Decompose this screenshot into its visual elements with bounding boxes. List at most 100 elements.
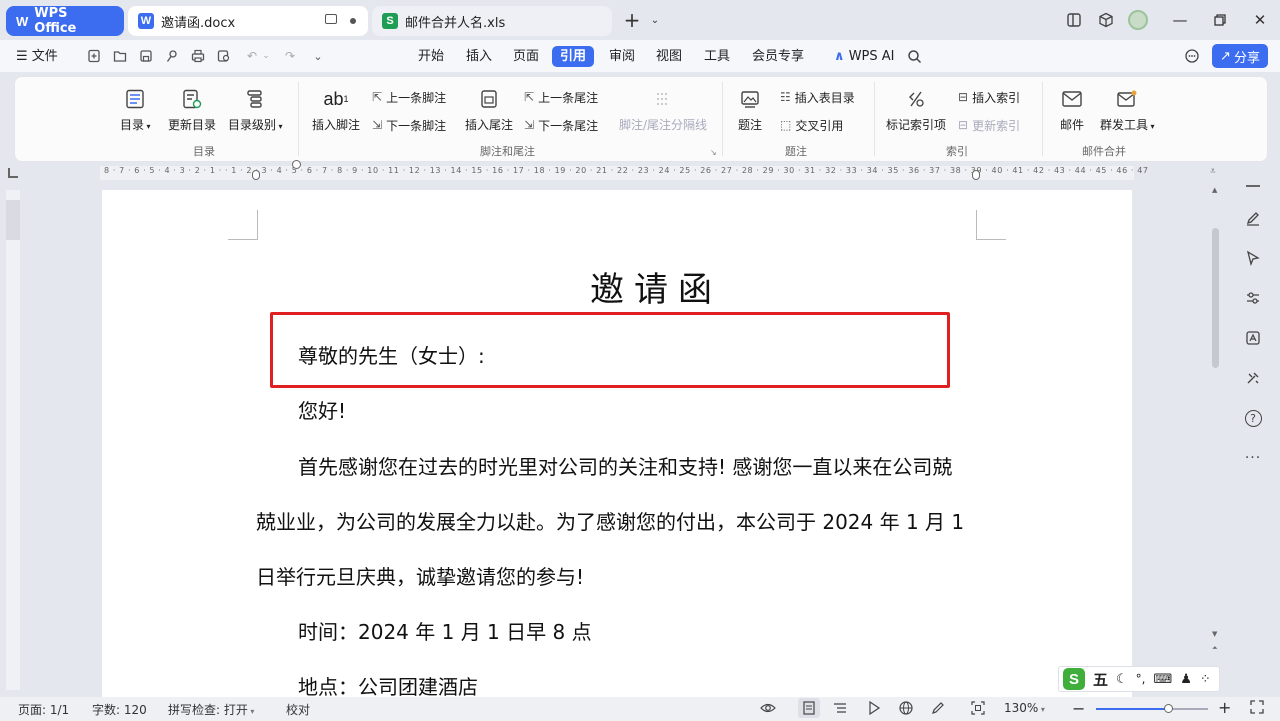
mass-mail-tool-button[interactable]: 群发工具 ▾: [1100, 86, 1155, 133]
file-menu[interactable]: ☰ 文件: [12, 46, 62, 67]
redo-icon[interactable]: ↷: [280, 46, 300, 66]
proofread-button[interactable]: 校对: [286, 701, 310, 718]
right-indent-icon[interactable]: [972, 170, 980, 180]
body-paragraph-line1[interactable]: 首先感谢您在过去的时光里对公司的关注和支持! 感谢您一直以来在公司兢: [298, 451, 952, 480]
eye-protect-icon[interactable]: [760, 700, 776, 716]
insert-footnote-button[interactable]: ab 1 插入脚注: [312, 86, 360, 133]
menu-item-insert[interactable]: 插入: [462, 46, 496, 67]
scroll-down-icon[interactable]: ▼: [1212, 630, 1217, 638]
horizontal-ruler[interactable]: 8 · 7 · 6 · 5 · 4 · 3 · 2 · 1 · · 1 · 2 …: [100, 160, 1148, 180]
open-folder-icon[interactable]: [110, 46, 130, 66]
undo-chevron-icon[interactable]: ⌄: [256, 46, 276, 66]
scroll-thumb[interactable]: [1212, 228, 1219, 368]
play-icon[interactable]: [866, 700, 882, 716]
next-footnote-button[interactable]: ⇲ 下一条脚注: [372, 115, 446, 135]
user-icon[interactable]: ♟: [1180, 672, 1192, 687]
chat-icon[interactable]: [1182, 46, 1202, 66]
tab-document[interactable]: W 邀请函.docx: [128, 6, 368, 36]
toc-level-button[interactable]: 目录级别 ▾: [228, 86, 283, 133]
menu-item-membership[interactable]: 会员专享: [748, 46, 808, 67]
menu-item-view[interactable]: 视图: [652, 46, 686, 67]
menu-item-home[interactable]: 开始: [414, 46, 448, 67]
next-endnote-button[interactable]: ⇲ 下一条尾注: [524, 115, 598, 135]
select-pointer-icon[interactable]: [1236, 244, 1270, 272]
menu-item-references[interactable]: 引用: [552, 46, 595, 67]
wps-ai-button[interactable]: ∧ WPS AI: [830, 46, 899, 67]
translate-icon[interactable]: [1236, 324, 1270, 352]
first-line-indent-icon[interactable]: [292, 160, 301, 169]
web-view-icon[interactable]: [898, 700, 914, 716]
prev-endnote-button[interactable]: ⇱ 上一条尾注: [524, 87, 598, 107]
pen-edit-icon[interactable]: [1236, 204, 1270, 232]
screen-icon[interactable]: [325, 14, 337, 24]
ruler-toggle-icon[interactable]: ⩡: [1210, 166, 1216, 177]
export-pdf-icon[interactable]: [162, 46, 182, 66]
ime-toolbar[interactable]: S 五 ☾ °, ⌨ ♟ ⁘: [1058, 666, 1220, 692]
footnote-dialog-launcher-icon[interactable]: ↘: [710, 148, 717, 157]
collapse-panel-icon[interactable]: [1236, 172, 1270, 200]
update-toc-button[interactable]: 更新目录: [168, 86, 216, 133]
cube-icon[interactable]: [1096, 10, 1116, 30]
mark-index-button[interactable]: 标记索引项: [886, 86, 946, 133]
prev-footnote-button[interactable]: ⇱ 上一条脚注: [372, 87, 446, 107]
keyboard-icon[interactable]: ⌨: [1154, 672, 1173, 687]
place-text[interactable]: 地点：公司团建酒店: [298, 671, 478, 700]
vertical-scrollbar[interactable]: ▲ ▼ ⏶: [1210, 186, 1222, 656]
more-chevron-icon[interactable]: ⌄: [308, 46, 328, 66]
minimize-icon[interactable]: —: [1170, 10, 1190, 30]
page-count[interactable]: 页面: 1/1: [18, 701, 69, 718]
punctuation-icon[interactable]: °,: [1136, 672, 1146, 686]
layout-icon[interactable]: [1064, 10, 1084, 30]
print-preview-icon[interactable]: [214, 46, 234, 66]
scroll-up-icon[interactable]: ▲: [1212, 186, 1217, 194]
menu-item-review[interactable]: 审阅: [605, 46, 639, 67]
insert-endnote-button[interactable]: 插入尾注: [465, 86, 513, 133]
tools-icon[interactable]: [1236, 364, 1270, 392]
document-title[interactable]: 邀请函: [590, 262, 722, 311]
moon-icon[interactable]: ☾: [1116, 672, 1128, 687]
print-icon[interactable]: [188, 46, 208, 66]
fullscreen-icon[interactable]: [1250, 700, 1264, 714]
outline-view-icon[interactable]: [832, 700, 848, 716]
grid-apps-icon[interactable]: ⁘: [1200, 672, 1211, 687]
zoom-out-icon[interactable]: −: [1072, 699, 1085, 718]
new-doc-icon[interactable]: [84, 46, 104, 66]
tab-list-chevron-icon[interactable]: ⌄: [645, 10, 665, 30]
note-separator-button[interactable]: 脚注/尾注分隔线: [619, 86, 707, 133]
insert-index-button[interactable]: ⊟ 插入索引: [958, 87, 1020, 107]
page-view-icon[interactable]: [798, 698, 820, 718]
caption-button[interactable]: 题注: [738, 86, 762, 133]
cross-reference-button[interactable]: ⬚ 交叉引用: [780, 115, 843, 135]
more-icon[interactable]: ···: [1236, 444, 1270, 472]
share-button[interactable]: ↗ 分享: [1212, 44, 1268, 68]
tab-wps-office[interactable]: W WPS Office: [6, 6, 124, 36]
maximize-icon[interactable]: [1210, 10, 1230, 30]
spell-check-status[interactable]: 拼写检查: 打开 ▾: [168, 701, 254, 718]
avatar[interactable]: [1128, 10, 1148, 30]
indent-marker-icon[interactable]: [252, 170, 260, 180]
search-icon[interactable]: [904, 46, 924, 66]
adjust-settings-icon[interactable]: [1236, 284, 1270, 312]
ime-mode[interactable]: 五: [1093, 669, 1108, 690]
zoom-slider-thumb[interactable]: [1164, 704, 1173, 713]
ruler-corner-icon[interactable]: [8, 168, 18, 178]
close-icon[interactable]: ✕: [1250, 10, 1270, 30]
prev-page-icon[interactable]: ⏶: [1212, 644, 1218, 653]
greeting-text[interactable]: 您好!: [298, 395, 346, 424]
help-icon[interactable]: ?: [1236, 404, 1270, 432]
body-paragraph-line3[interactable]: 日举行元旦庆典，诚挚邀请您的参与!: [256, 561, 584, 590]
menu-item-page[interactable]: 页面: [509, 46, 543, 67]
zoom-slider[interactable]: [1096, 704, 1208, 713]
menu-item-tools[interactable]: 工具: [700, 46, 734, 67]
time-text[interactable]: 时间：2024 年 1 月 1 日早 8 点: [298, 616, 592, 645]
save-icon[interactable]: [136, 46, 156, 66]
mail-button[interactable]: 邮件: [1060, 86, 1084, 133]
write-mode-icon[interactable]: [930, 700, 946, 716]
body-paragraph-line2[interactable]: 兢业业，为公司的发展全力以赴。为了感谢您的付出，本公司于 2024 年 1 月 …: [256, 506, 964, 535]
insert-figure-toc-button[interactable]: ☷ 插入表目录: [780, 87, 855, 107]
zoom-level[interactable]: 130% ▾: [1004, 701, 1045, 715]
toc-button[interactable]: 目录 ▾: [120, 86, 151, 133]
tab-spreadsheet[interactable]: S 邮件合并人名.xls: [372, 6, 612, 36]
fit-page-icon[interactable]: [970, 700, 986, 716]
new-tab-plus-icon[interactable]: +: [622, 8, 642, 32]
